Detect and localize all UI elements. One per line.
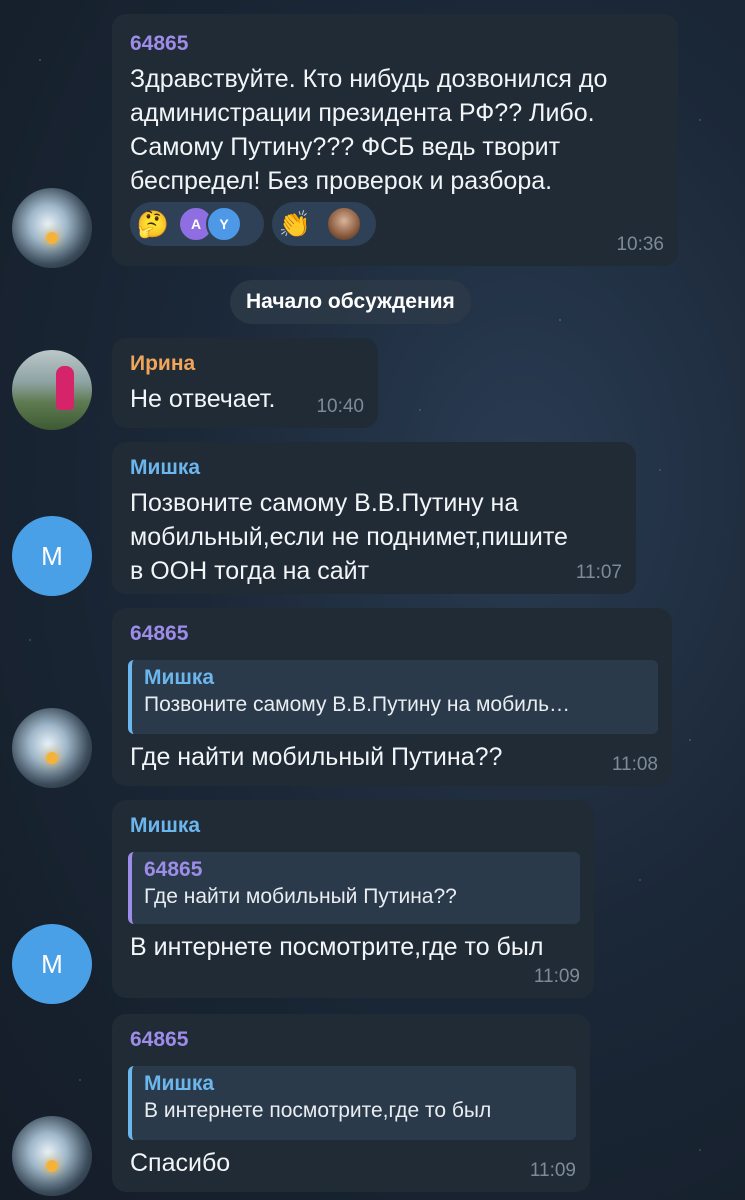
reply-quote[interactable]: Мишка Позвоните самому В.В.Путину на моб…: [128, 660, 658, 734]
avatar-64865[interactable]: [12, 1116, 92, 1196]
thinking-face-icon: 🤔: [136, 208, 170, 239]
message-bubble[interactable]: 64865 Мишка Позвоните самому В.В.Путину …: [112, 608, 672, 786]
reaction-thinking[interactable]: 🤔 A Y: [130, 202, 264, 246]
reactor-avatar-photo: [326, 206, 362, 242]
message-text-line: Здравствуйте. Кто нибудь дозвонился до: [130, 65, 608, 93]
message-time: 11:07: [575, 562, 622, 583]
message-time: 11:09: [533, 966, 580, 987]
avatar-64865[interactable]: [12, 188, 92, 268]
avatar-64865[interactable]: [12, 708, 92, 788]
message-bubble[interactable]: 64865 Мишка В интернете посмотрите,где т…: [112, 1014, 590, 1192]
message-text: Где найти мобильный Путина??: [130, 743, 503, 771]
message-text-line: Самому Путину??? ФСБ ведь творит: [130, 133, 561, 161]
message-text: В интернете посмотрите,где то был: [130, 933, 544, 961]
reaction-clapping[interactable]: 👏: [272, 202, 376, 246]
sender-name[interactable]: 64865: [130, 32, 188, 56]
message-time: 10:40: [316, 396, 364, 417]
message-bubble[interactable]: Мишка Позвоните самому В.В.Путину на моб…: [112, 442, 636, 594]
message-bubble[interactable]: Ирина Не отвечает. 10:40: [112, 338, 378, 428]
sender-name[interactable]: 64865: [130, 622, 188, 646]
reply-quote[interactable]: 64865 Где найти мобильный Путина??: [128, 852, 580, 924]
message-text-line: мобильный,если не поднимет,пишите: [130, 523, 568, 551]
avatar-mishka[interactable]: М: [12, 924, 92, 1004]
reply-sender-name: 64865: [144, 858, 203, 881]
message-time: 10:36: [616, 234, 664, 255]
avatar-mishka[interactable]: М: [12, 516, 92, 596]
message-text-line: беспредел! Без проверок и разбора.: [130, 167, 553, 195]
reply-text: Где найти мобильный Путина??: [144, 885, 457, 908]
message-text: Здравствуйте. Кто нибудь дозвонился до а…: [130, 62, 670, 198]
message-text-line: в ООН тогда на сайт: [130, 557, 370, 585]
clapping-hands-icon: 👏: [278, 208, 312, 239]
reply-text: Позвоните самому В.В.Путину на мобиль…: [144, 693, 571, 716]
sender-name[interactable]: 64865: [130, 1028, 188, 1052]
sender-name[interactable]: Мишка: [130, 456, 200, 480]
message-text: Не отвечает.: [130, 385, 276, 413]
reactor-avatar: Y: [206, 206, 242, 242]
message-text-line: администрации президента РФ?? Либо.: [130, 99, 595, 127]
message-bubble[interactable]: 64865 Здравствуйте. Кто нибудь дозвонилс…: [112, 14, 678, 266]
message-time: 11:09: [529, 1160, 576, 1181]
avatar-irina[interactable]: [12, 350, 92, 430]
reply-sender-name: Мишка: [144, 666, 215, 689]
reply-sender-name: Мишка: [144, 1072, 215, 1095]
reply-quote[interactable]: Мишка В интернете посмотрите,где то был: [128, 1066, 576, 1140]
discussion-start-label: Начало обсуждения: [230, 280, 471, 324]
message-text: Позвоните самому В.В.Путину на мобильный…: [130, 486, 630, 588]
message-time: 11:08: [611, 754, 658, 775]
message-text-line: Позвоните самому В.В.Путину на: [130, 489, 519, 517]
message-text: Спасибо: [130, 1149, 231, 1177]
message-bubble[interactable]: Мишка 64865 Где найти мобильный Путина??…: [112, 800, 594, 998]
sender-name[interactable]: Мишка: [130, 814, 200, 838]
sender-name[interactable]: Ирина: [130, 352, 195, 376]
reply-text: В интернете посмотрите,где то был: [144, 1099, 492, 1122]
